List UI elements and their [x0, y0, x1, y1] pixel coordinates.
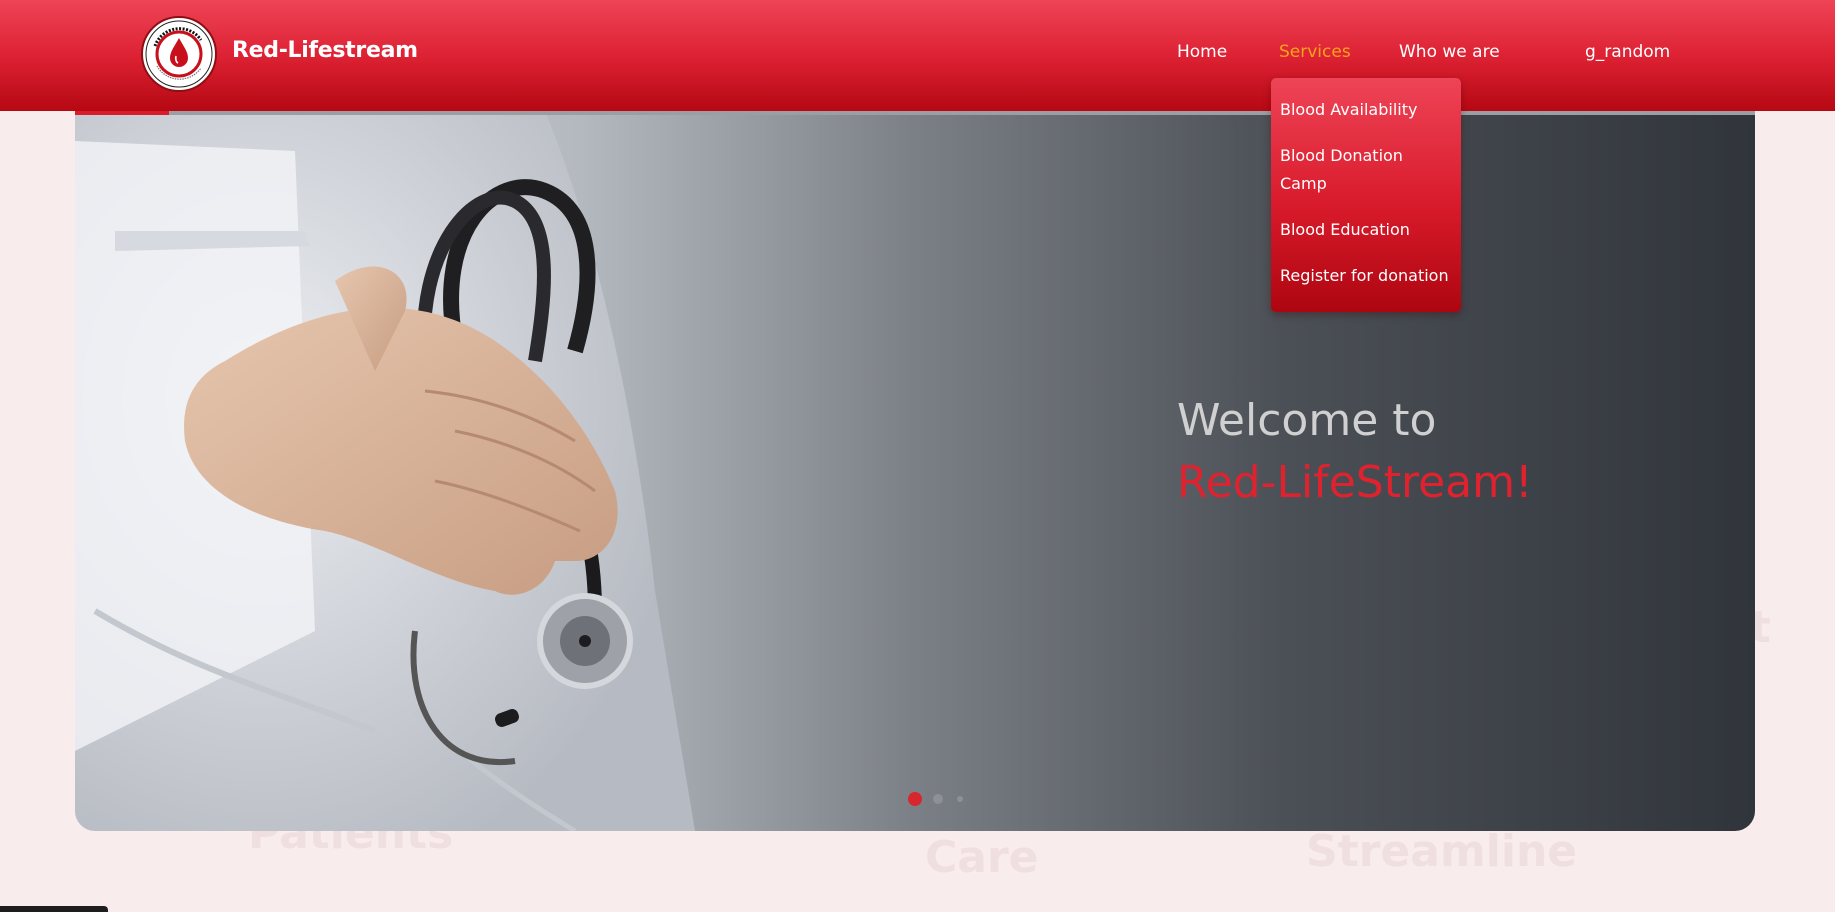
hero-brand-text: Red-LifeStream! [1177, 457, 1533, 508]
slide-dot-2[interactable] [933, 794, 943, 804]
nav-who-we-are[interactable]: Who we are [1399, 42, 1500, 62]
hero-slider: Welcome to Red-LifeStream! [75, 111, 1755, 831]
hero-top-line [75, 111, 1755, 115]
nav-home[interactable]: Home [1177, 42, 1227, 62]
nav-user-account[interactable]: g_random [1585, 42, 1670, 62]
nav-services[interactable]: Services [1279, 42, 1351, 62]
menu-item-blood-donation-camp[interactable]: Blood Donation Camp [1271, 142, 1421, 198]
slide-progress-bar [75, 111, 169, 115]
menu-item-blood-availability[interactable]: Blood Availability [1271, 96, 1461, 124]
hero-welcome-text: Welcome to [1177, 395, 1437, 446]
bottom-left-bar [0, 906, 108, 912]
slide-dot-3[interactable] [957, 796, 963, 802]
blood-drop-icon [145, 20, 213, 88]
slide-dot-1[interactable] [908, 792, 922, 806]
brand-name[interactable]: Red-Lifestream [232, 38, 418, 63]
navbar: Red-Lifestream Home Services Who we are … [0, 0, 1835, 111]
menu-item-blood-education[interactable]: Blood Education [1271, 216, 1461, 244]
logo[interactable] [141, 16, 217, 92]
background-text-streamline: Streamline [1306, 826, 1578, 877]
background-text-care: Care [925, 832, 1039, 883]
menu-item-register-donation[interactable]: Register for donation [1271, 262, 1461, 290]
services-dropdown: Blood Availability Blood Donation Camp B… [1271, 78, 1461, 312]
